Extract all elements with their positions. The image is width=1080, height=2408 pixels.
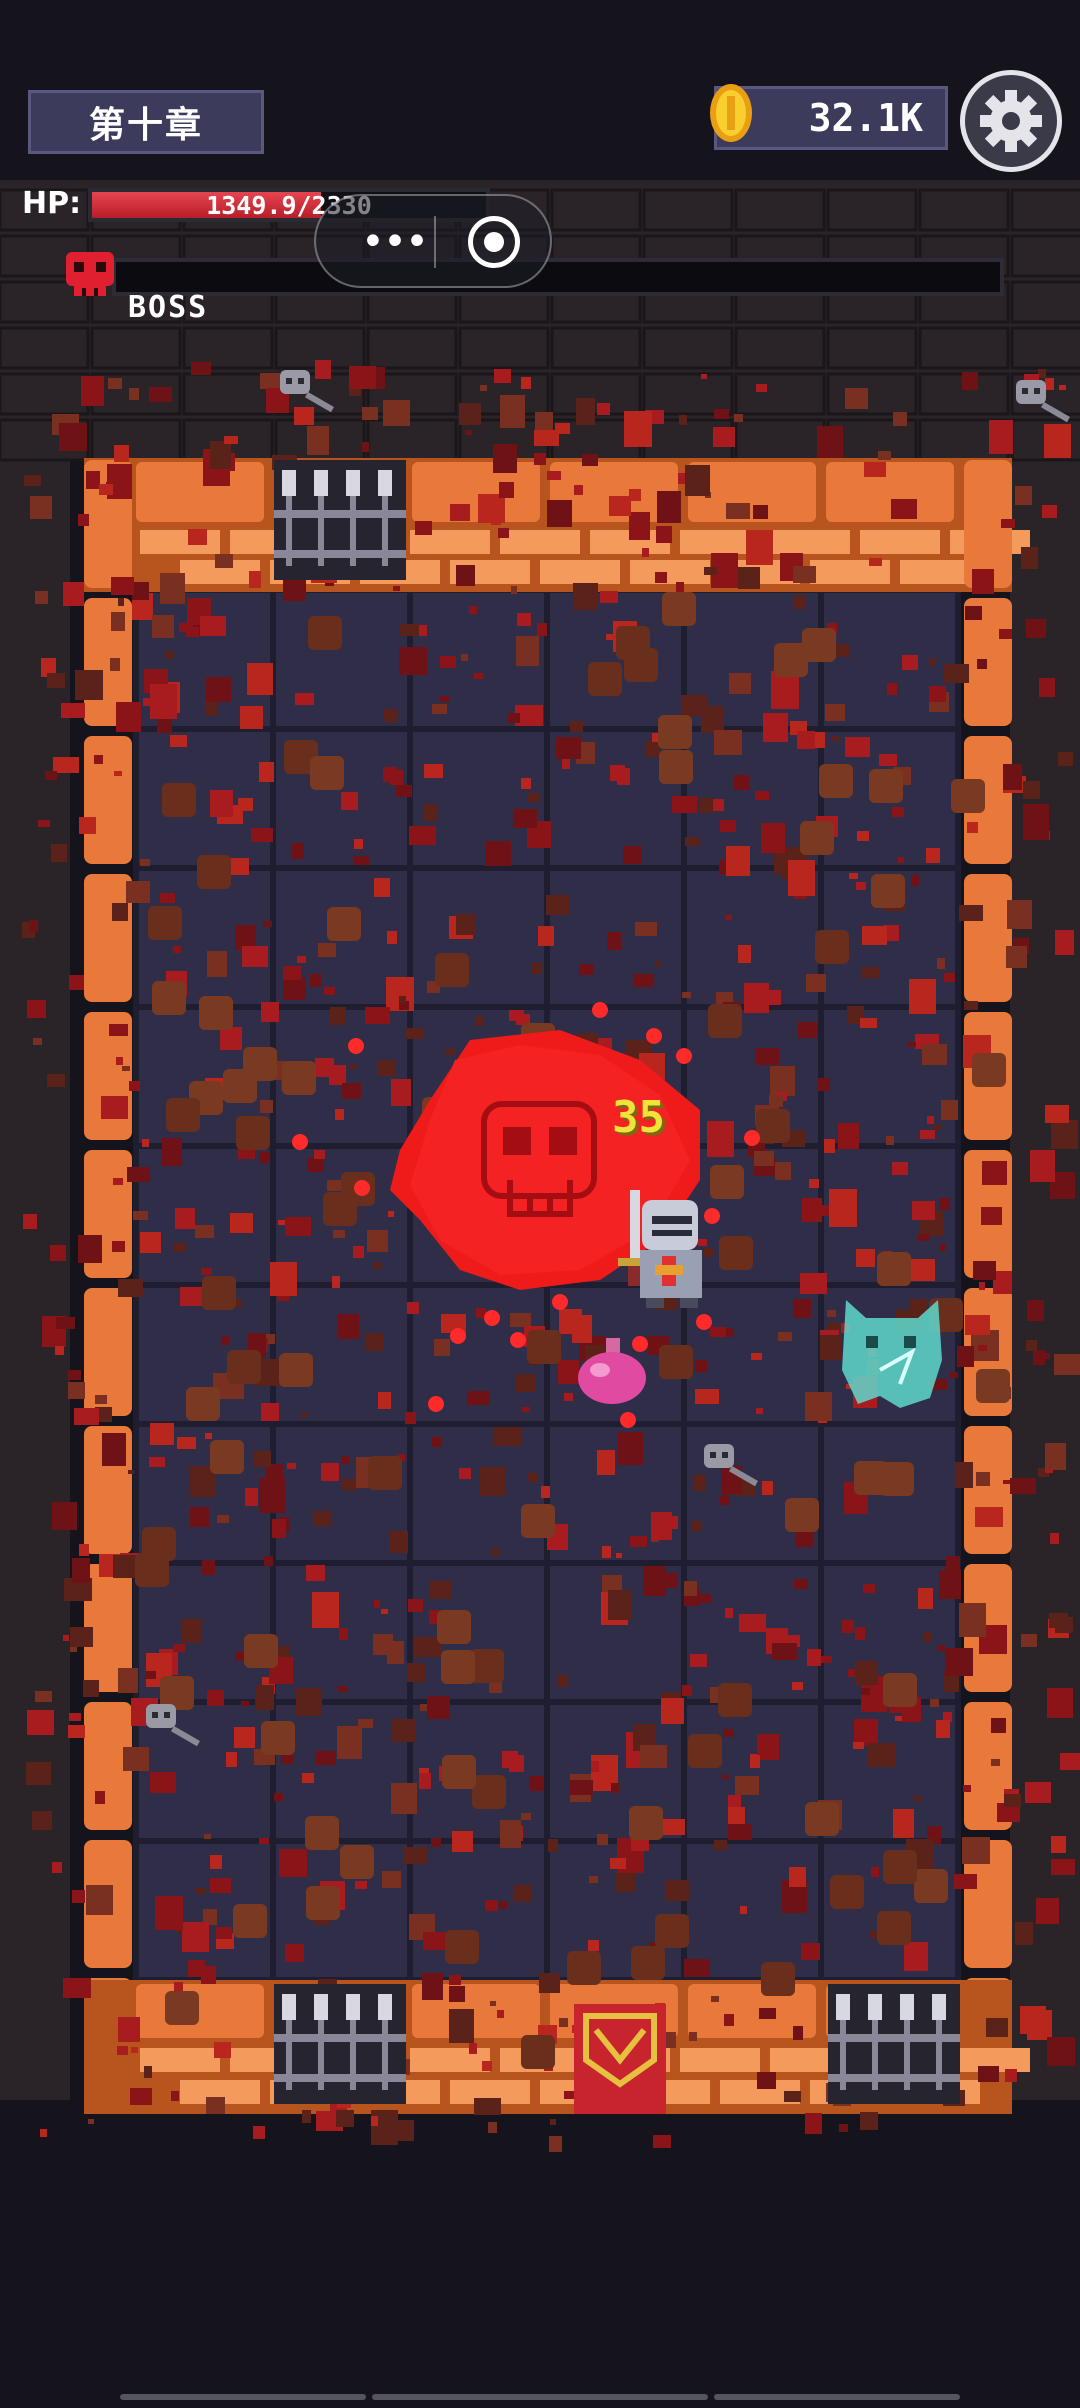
chapter-label: 第十章 [28, 90, 264, 154]
settings-button[interactable] [960, 70, 1062, 172]
record-circle-icon[interactable] [468, 216, 520, 268]
dungeon-arena [0, 0, 1080, 2408]
damage-number: 35 [612, 1092, 665, 1143]
miniprogram-capsule: ••• [314, 194, 552, 288]
gear-icon [980, 90, 1042, 152]
exit-banner [574, 2004, 666, 2114]
home-indicator-left [120, 2394, 366, 2400]
capsule-divider [434, 216, 436, 268]
more-dots-icon[interactable]: ••• [354, 214, 434, 270]
hp-label: HP: [22, 186, 82, 221]
gold-coin-icon [710, 84, 752, 142]
home-indicator-center[interactable] [372, 2394, 708, 2400]
red-skull-icon [66, 252, 114, 296]
coin-amount: 32.1K [808, 96, 923, 140]
boss-hp-bar [112, 258, 1004, 296]
home-indicator-right [714, 2394, 960, 2400]
boss-label: BOSS [128, 290, 209, 325]
